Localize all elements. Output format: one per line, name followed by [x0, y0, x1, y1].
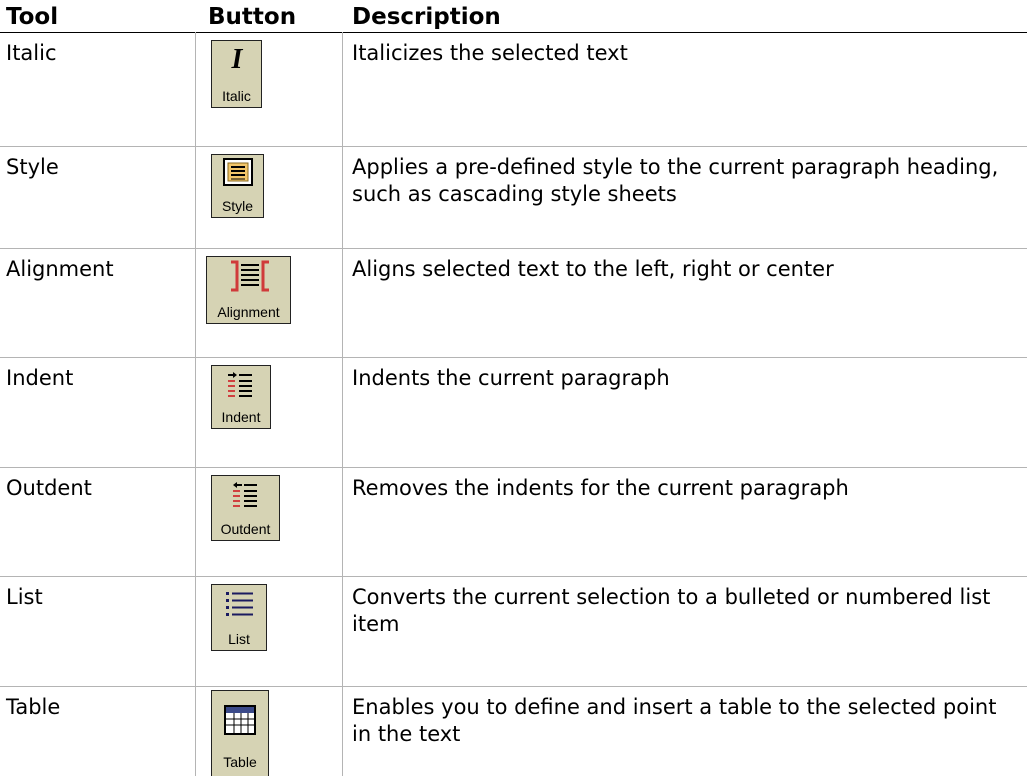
row-divider [0, 576, 1027, 577]
button-label: Table [223, 754, 257, 770]
button-label: Alignment [217, 304, 280, 320]
row-divider [0, 467, 1027, 468]
tool-description: Italicizes the selected text [352, 41, 628, 65]
tool-description: Converts the current selection to a bull… [352, 585, 991, 636]
tool-name: Outdent [6, 476, 92, 500]
row-divider [0, 686, 1027, 687]
header-tool: Tool [6, 4, 59, 30]
header-divider [0, 32, 1027, 33]
tool-name: Style [6, 155, 59, 179]
outdent-button[interactable]: Outdent [211, 475, 280, 541]
tool-name: Indent [6, 366, 74, 390]
italic-icon: I [231, 45, 244, 73]
list-icon [226, 592, 253, 616]
tool-description: Enables you to define and insert a table… [352, 695, 997, 746]
button-label: Italic [222, 88, 251, 104]
tool-description: Indents the current paragraph [352, 366, 670, 390]
italic-button[interactable]: I Italic [211, 40, 262, 108]
alignment-button[interactable]: Alignment [206, 256, 291, 324]
button-label: List [228, 631, 250, 647]
tool-name: Table [6, 695, 61, 719]
indent-button[interactable]: Indent [211, 365, 271, 429]
header-description: Description [352, 4, 501, 30]
style-icon [223, 158, 253, 186]
column-divider [195, 32, 196, 776]
header-button: Button [208, 4, 297, 30]
tool-name: List [6, 585, 43, 609]
indent-icon [228, 372, 252, 397]
table-button[interactable]: Table [211, 690, 269, 776]
list-button[interactable]: List [211, 584, 267, 651]
outdent-icon [233, 482, 257, 507]
column-divider [342, 32, 343, 776]
row-divider [0, 146, 1027, 147]
button-label: Style [221, 198, 254, 214]
row-divider [0, 357, 1027, 358]
tool-name: Alignment [6, 257, 114, 281]
table-header: Tool Button Description [0, 0, 1027, 32]
button-label: Indent [221, 409, 261, 425]
alignment-icon [231, 260, 269, 292]
tool-reference-table: Tool Button Description Italic I Italic … [0, 0, 1027, 776]
row-divider [0, 248, 1027, 249]
style-button[interactable]: Style [211, 154, 264, 218]
tool-description: Applies a pre-defined style to the curre… [352, 155, 999, 206]
button-label: Outdent [220, 521, 271, 537]
tool-description: Aligns selected text to the left, right … [352, 257, 834, 281]
svg-text:I: I [231, 45, 244, 73]
table-icon [224, 705, 256, 735]
tool-description: Removes the indents for the current para… [352, 476, 849, 500]
tool-name: Italic [6, 41, 57, 65]
